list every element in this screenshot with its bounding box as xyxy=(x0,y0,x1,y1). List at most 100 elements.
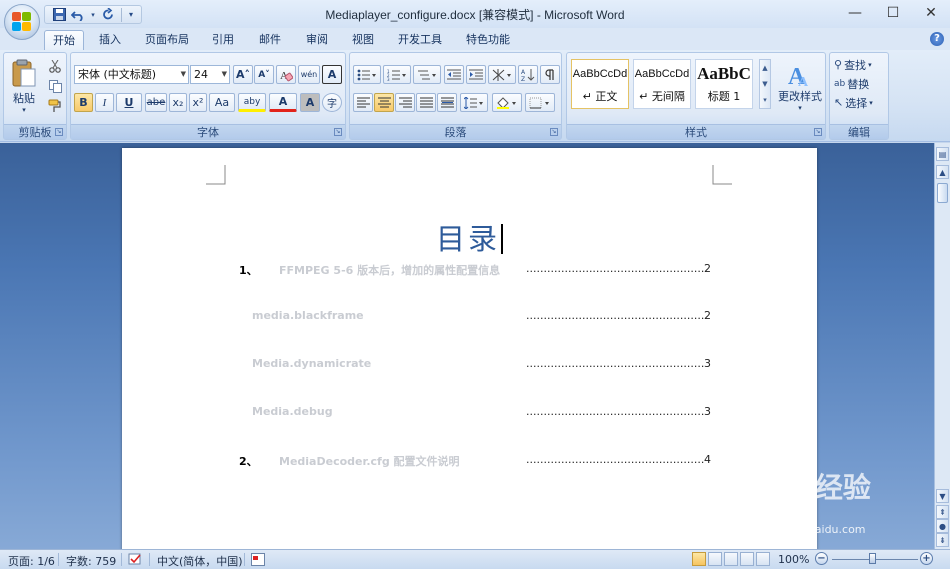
styles-more-icon[interactable]: ▾ xyxy=(760,92,770,108)
format-painter-icon[interactable] xyxy=(45,97,65,115)
change-case-button[interactable]: Aa xyxy=(209,93,235,112)
distributed-icon[interactable] xyxy=(437,93,457,112)
align-center-icon[interactable] xyxy=(374,93,394,112)
full-screen-reading-view-icon[interactable] xyxy=(708,552,722,566)
language-indicator[interactable]: 中文(简体，中国) xyxy=(157,553,243,569)
shading-button[interactable] xyxy=(492,93,522,112)
enclose-characters-button[interactable]: 字 xyxy=(322,93,342,112)
close-button[interactable]: ✕ xyxy=(912,0,950,26)
toc-entry-3-text[interactable]: Media.dynamicrate xyxy=(252,357,371,370)
multilevel-list-button[interactable] xyxy=(413,65,441,84)
sort-icon[interactable]: AZ xyxy=(518,65,538,84)
asian-layout-button[interactable] xyxy=(488,65,516,84)
strikethrough-button[interactable]: abe xyxy=(145,93,167,112)
style-normal[interactable]: AaBbCcDd ↵ 正文 xyxy=(571,59,629,109)
tab-developer[interactable]: 开发工具 xyxy=(392,30,448,50)
tab-insert[interactable]: 插入 xyxy=(90,30,130,50)
scroll-down-icon[interactable]: ▼ xyxy=(936,489,949,503)
font-launcher-icon[interactable]: ↘ xyxy=(334,128,342,136)
paste-button[interactable]: 粘贴 ▾ xyxy=(7,55,41,117)
toc-entry-4-text[interactable]: Media.debug xyxy=(252,405,333,418)
tab-mailings[interactable]: 邮件 xyxy=(250,30,290,50)
scroll-up-icon[interactable]: ▲ xyxy=(936,165,949,179)
superscript-button[interactable]: x² xyxy=(189,93,207,112)
find-button[interactable]: ⚲ 查找 ▾ xyxy=(833,55,887,74)
font-color-button[interactable]: A xyxy=(269,93,297,112)
style-no-spacing[interactable]: AaBbCcDd ↵ 无间隔 xyxy=(633,59,691,109)
copy-icon[interactable] xyxy=(45,77,65,95)
help-icon[interactable]: ? xyxy=(930,32,944,46)
align-right-icon[interactable] xyxy=(395,93,415,112)
cut-icon[interactable] xyxy=(45,57,65,75)
word-count[interactable]: 字数: 759 xyxy=(66,553,116,569)
outline-view-icon[interactable] xyxy=(740,552,754,566)
select-button[interactable]: ↖ 选择 ▾ xyxy=(833,93,887,112)
zoom-slider-thumb[interactable] xyxy=(869,553,876,564)
undo-dropdown-icon[interactable]: ▾ xyxy=(89,7,97,23)
align-left-icon[interactable] xyxy=(353,93,373,112)
character-border-button[interactable]: A xyxy=(322,65,342,84)
tab-references[interactable]: 引用 xyxy=(203,30,243,50)
page-count[interactable]: 页面: 1/6 xyxy=(8,553,55,569)
office-button[interactable] xyxy=(4,4,40,40)
subscript-button[interactable]: x₂ xyxy=(169,93,187,112)
macro-record-icon[interactable] xyxy=(251,553,265,569)
customize-qat-icon[interactable]: ▾ xyxy=(127,7,135,23)
redo-icon[interactable] xyxy=(100,7,116,23)
vertical-scrollbar[interactable]: ▤ ▲ ▼ ⇞ ● ⇟ xyxy=(934,143,950,549)
decrease-indent-icon[interactable] xyxy=(444,65,464,84)
character-shading-button[interactable]: A xyxy=(300,93,320,112)
clipboard-launcher-icon[interactable]: ↘ xyxy=(55,128,63,136)
toc-entry-1-text[interactable]: FFMPEG 5-6 版本后，增加的属性配置信息 xyxy=(279,262,500,278)
line-spacing-button[interactable] xyxy=(460,93,488,112)
phonetic-guide-button[interactable]: wén xyxy=(298,65,320,84)
save-icon[interactable] xyxy=(51,7,67,23)
tab-view[interactable]: 视图 xyxy=(343,30,383,50)
style-heading-1[interactable]: AaBbC 标题 1 xyxy=(695,59,753,109)
styles-scroll[interactable]: ▲ ▼ ▾ xyxy=(759,59,771,109)
scroll-thumb[interactable] xyxy=(937,183,948,203)
next-page-icon[interactable]: ⇟ xyxy=(936,533,949,547)
maximize-button[interactable]: ☐ xyxy=(874,0,912,26)
web-layout-view-icon[interactable] xyxy=(724,552,738,566)
toc-entry-5-text[interactable]: MediaDecoder.cfg 配置文件说明 xyxy=(279,453,460,469)
draft-view-icon[interactable] xyxy=(756,552,770,566)
previous-page-icon[interactable]: ⇞ xyxy=(936,505,949,519)
italic-button[interactable]: I xyxy=(95,93,114,112)
document-page[interactable]: 目录 1、 FFMPEG 5-6 版本后，增加的属性配置信息 .........… xyxy=(122,148,817,549)
select-browse-object-icon[interactable]: ● xyxy=(936,519,949,533)
font-name-combo[interactable]: 宋体 (中文标题) ▼ xyxy=(74,65,189,84)
tab-special-features[interactable]: 特色功能 xyxy=(460,30,516,50)
styles-launcher-icon[interactable]: ↘ xyxy=(814,128,822,136)
tab-page-layout[interactable]: 页面布局 xyxy=(140,30,194,50)
clear-formatting-button[interactable]: A xyxy=(276,65,296,84)
styles-scroll-up-icon[interactable]: ▲ xyxy=(760,60,770,76)
zoom-in-icon[interactable]: + xyxy=(920,552,933,565)
minimize-button[interactable]: — xyxy=(836,0,874,26)
underline-button[interactable]: U xyxy=(116,93,142,112)
show-formatting-marks-icon[interactable] xyxy=(540,65,560,84)
tab-home[interactable]: 开始 xyxy=(44,30,84,50)
borders-button[interactable] xyxy=(525,93,555,112)
ruler-toggle-icon[interactable]: ▤ xyxy=(936,147,949,161)
zoom-out-icon[interactable]: − xyxy=(815,552,828,565)
undo-icon[interactable] xyxy=(70,7,86,23)
zoom-level[interactable]: 100% xyxy=(778,553,809,566)
bullets-button[interactable] xyxy=(353,65,381,84)
grow-font-button[interactable]: A˄ xyxy=(233,65,253,84)
change-styles-button[interactable]: AA 更改样式 ▾ xyxy=(775,57,825,117)
toc-entry-2-text[interactable]: media.blackframe xyxy=(252,309,364,322)
proofing-icon[interactable] xyxy=(128,553,144,569)
increase-indent-icon[interactable] xyxy=(466,65,486,84)
toc-title[interactable]: 目录 xyxy=(122,216,817,258)
numbering-button[interactable]: 123 xyxy=(383,65,411,84)
styles-scroll-down-icon[interactable]: ▼ xyxy=(760,76,770,92)
bold-button[interactable]: B xyxy=(74,93,93,112)
replace-button[interactable]: ab 替换 xyxy=(833,74,887,93)
shrink-font-button[interactable]: A˅ xyxy=(254,65,274,84)
highlight-button[interactable]: aby xyxy=(238,93,266,112)
font-size-combo[interactable]: 24 ▼ xyxy=(190,65,230,84)
print-layout-view-icon[interactable] xyxy=(692,552,706,566)
justify-icon[interactable] xyxy=(416,93,436,112)
paragraph-launcher-icon[interactable]: ↘ xyxy=(550,128,558,136)
